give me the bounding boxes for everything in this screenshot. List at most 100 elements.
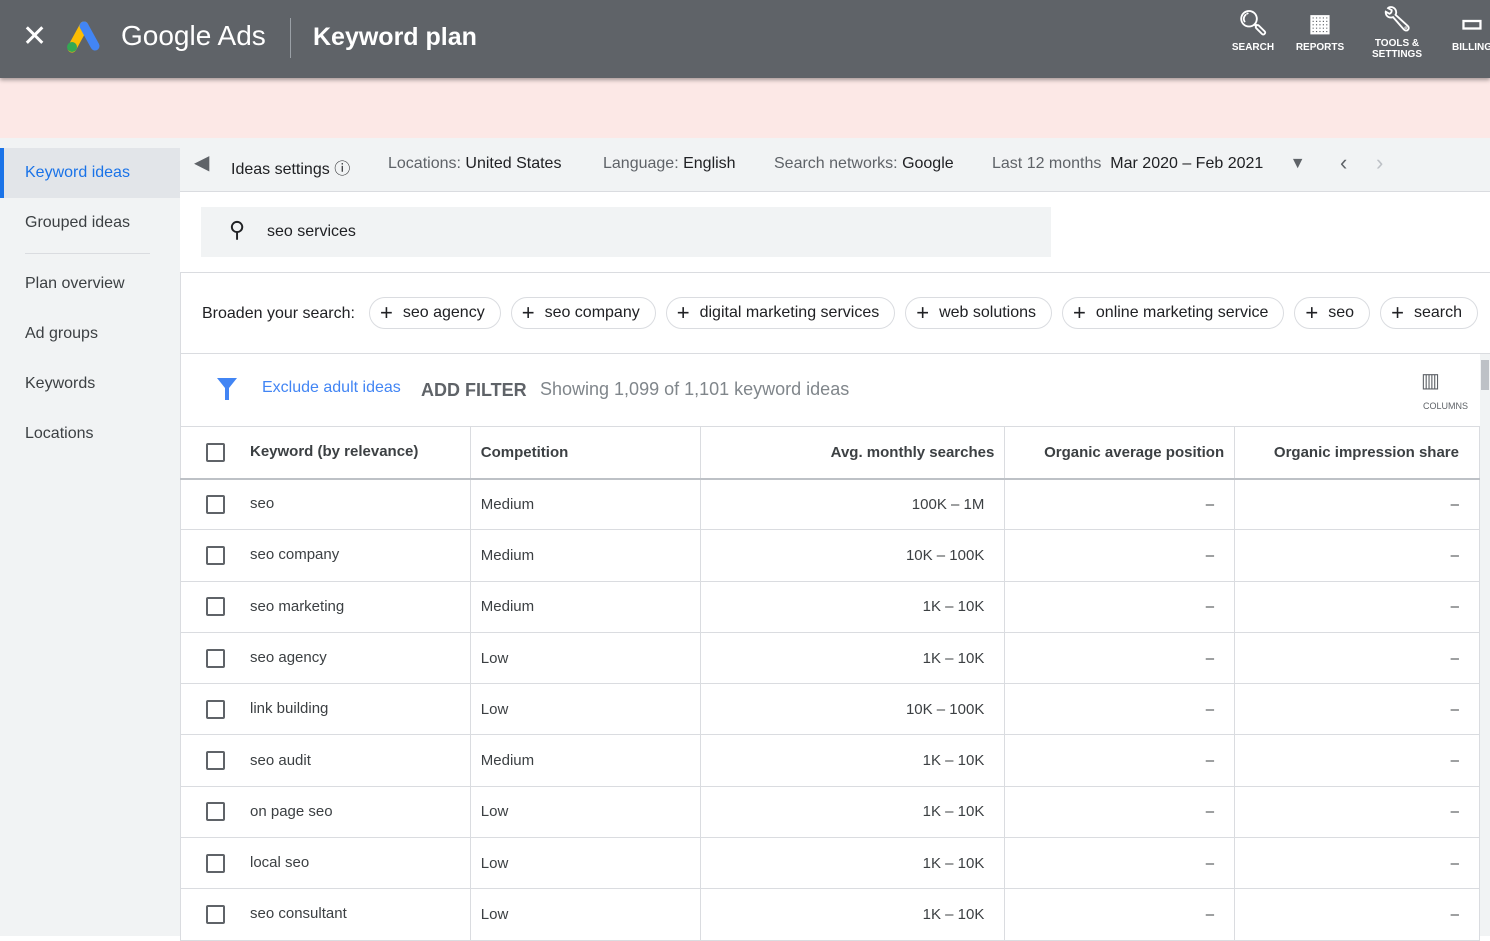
sidebar: Keyword ideas Grouped ideas Plan overvie… — [0, 138, 180, 936]
table-row[interactable]: seo Medium 100K – 1M – – — [180, 478, 1480, 531]
plus-icon: + — [1305, 300, 1319, 325]
nav-reports[interactable]: ▦ REPORTS — [1280, 6, 1360, 53]
result-count: Showing 1,099 of 1,101 keyword ideas — [540, 379, 850, 399]
cell-impression-share: – — [1234, 734, 1480, 787]
cell-organic-position: – — [1004, 888, 1236, 941]
page-title: Keyword plan — [313, 23, 477, 51]
cell-competition: Medium — [470, 478, 701, 531]
search-icon: ⚲ — [229, 217, 246, 242]
row-checkbox[interactable] — [206, 699, 225, 719]
cell-impression-share: – — [1234, 683, 1480, 736]
nav-billing[interactable]: ▭ BILLING — [1432, 6, 1490, 53]
broaden-chip[interactable]: + online marketing service — [1062, 297, 1285, 329]
cell-impression-share: – — [1234, 478, 1480, 531]
cell-keyword: seo company — [180, 529, 471, 582]
date-range-dropdown[interactable]: Last 12 months Mar 2020 – Feb 2021 ▼ — [992, 155, 1306, 173]
broaden-chip[interactable]: + seo agency — [369, 297, 501, 329]
sidebar-item-keyword-ideas[interactable]: Keyword ideas — [0, 148, 180, 198]
exclude-adult-ideas[interactable]: Exclude adult ideas — [262, 379, 401, 397]
header-keyword[interactable]: Keyword (by relevance) — [180, 426, 471, 480]
close-icon[interactable]: ✕ — [22, 22, 47, 52]
divider — [290, 18, 291, 58]
cell-avg-searches: 10K – 100K — [700, 683, 1006, 736]
top-bar: ✕ Google Ads Keyword plan 🔍︎ SEARCH ▦ REPO… — [0, 0, 1490, 78]
nav-tools[interactable]: 🔧︎ TOOLS & SETTINGS — [1357, 2, 1437, 60]
cell-keyword: seo agency — [180, 632, 471, 685]
table-row[interactable]: local seo Low 1K – 10K – – — [180, 837, 1480, 890]
broaden-chip[interactable]: + search — [1380, 297, 1478, 329]
row-checkbox[interactable] — [206, 648, 225, 668]
wrench-icon: 🔧︎ — [1381, 6, 1413, 33]
cell-impression-share: – — [1234, 529, 1480, 582]
cell-organic-position: – — [1004, 632, 1236, 685]
broaden-chip[interactable]: + digital marketing services — [665, 297, 896, 329]
scrollbar[interactable] — [1480, 354, 1490, 936]
broaden-chip[interactable]: + seo — [1294, 297, 1371, 329]
cell-organic-position: – — [1004, 478, 1236, 531]
table-header: Keyword (by relevance) Competition Avg. … — [180, 426, 1480, 480]
table-row[interactable]: seo audit Medium 1K – 10K – – — [180, 734, 1480, 787]
sidebar-item-locations[interactable]: Locations — [0, 409, 180, 459]
row-checkbox[interactable] — [206, 494, 225, 514]
header-competition[interactable]: Competition — [470, 426, 701, 480]
cell-organic-position: – — [1004, 529, 1236, 582]
row-checkbox[interactable] — [206, 545, 225, 565]
info-icon: ⓘ — [334, 161, 351, 178]
language-setting[interactable]: Language: English — [603, 155, 736, 173]
plus-icon: + — [676, 300, 690, 325]
cell-keyword: seo audit — [180, 734, 471, 787]
keyword-search-input[interactable]: ⚲ seo services — [201, 207, 1051, 257]
columns-button[interactable]: COLUMNS — [1423, 401, 1468, 411]
header-organic-position[interactable]: Organic average position — [1004, 426, 1236, 480]
plus-icon: + — [1391, 300, 1404, 325]
table-row[interactable]: seo agency Low 1K – 10K – – — [180, 632, 1480, 685]
sidebar-item-ad-groups[interactable]: Ad groups — [0, 309, 180, 359]
cell-organic-position: – — [1004, 786, 1236, 839]
cell-avg-searches: 1K – 10K — [700, 734, 1006, 787]
cell-competition: Medium — [470, 529, 701, 582]
broaden-chip[interactable]: + web solutions — [905, 297, 1053, 329]
table-row[interactable]: seo consultant Low 1K – 10K – – — [180, 888, 1480, 941]
cell-avg-searches: 100K – 1M — [700, 478, 1006, 531]
next-period-icon[interactable]: › — [1376, 150, 1383, 176]
cell-competition: Low — [470, 837, 701, 890]
locations-setting[interactable]: Locations: United States — [388, 155, 561, 173]
add-filter-button[interactable]: ADD FILTER — [421, 380, 527, 401]
cell-avg-searches: 1K – 10K — [700, 786, 1006, 839]
google-ads-logo — [67, 21, 100, 53]
cell-impression-share: – — [1234, 632, 1480, 685]
networks-setting[interactable]: Search networks: Google — [774, 155, 954, 173]
sidebar-item-keywords[interactable]: Keywords — [0, 359, 180, 409]
sidebar-item-plan-overview[interactable]: Plan overview — [0, 259, 180, 309]
header-avg-searches[interactable]: Avg. monthly searches — [700, 426, 1006, 480]
cell-organic-position: – — [1004, 581, 1236, 633]
plus-icon: + — [916, 300, 930, 325]
table-row[interactable]: seo company Medium 10K – 100K – – — [180, 529, 1480, 582]
row-checkbox[interactable] — [206, 802, 225, 822]
plus-icon: + — [1073, 300, 1086, 325]
cell-keyword: seo consultant — [180, 888, 471, 941]
select-all-checkbox[interactable] — [206, 442, 225, 462]
prev-period-icon[interactable]: ‹ — [1340, 150, 1347, 176]
cell-competition: Low — [470, 632, 701, 685]
plus-icon: + — [380, 300, 393, 325]
notification-banner — [0, 78, 1490, 138]
table-row[interactable]: link building Low 10K – 100K – – — [180, 683, 1480, 736]
dropdown-arrow-icon: ▼ — [1289, 155, 1306, 172]
cell-organic-position: – — [1004, 683, 1236, 736]
row-checkbox[interactable] — [206, 751, 225, 771]
header-impression-share[interactable]: Organic impression share — [1234, 426, 1480, 480]
table-row[interactable]: seo marketing Medium 1K – 10K – – — [180, 581, 1480, 633]
row-checkbox[interactable] — [206, 853, 225, 873]
sidebar-item-grouped-ideas[interactable]: Grouped ideas — [0, 198, 180, 248]
collapse-icon[interactable]: ◀ — [194, 150, 209, 175]
row-checkbox[interactable] — [206, 597, 225, 617]
columns-icon[interactable]: ▥ — [1421, 368, 1440, 393]
ideas-settings[interactable]: Ideas settings ⓘ — [231, 155, 350, 179]
broaden-chip[interactable]: + seo company — [510, 297, 656, 329]
filter-bar: Exclude adult ideas ADD FILTER Showing 1… — [180, 354, 1480, 426]
row-checkbox[interactable] — [206, 905, 225, 925]
table-row[interactable]: on page seo Low 1K – 10K – – — [180, 786, 1480, 839]
filter-icon[interactable] — [217, 378, 237, 400]
cell-competition: Medium — [470, 581, 701, 633]
